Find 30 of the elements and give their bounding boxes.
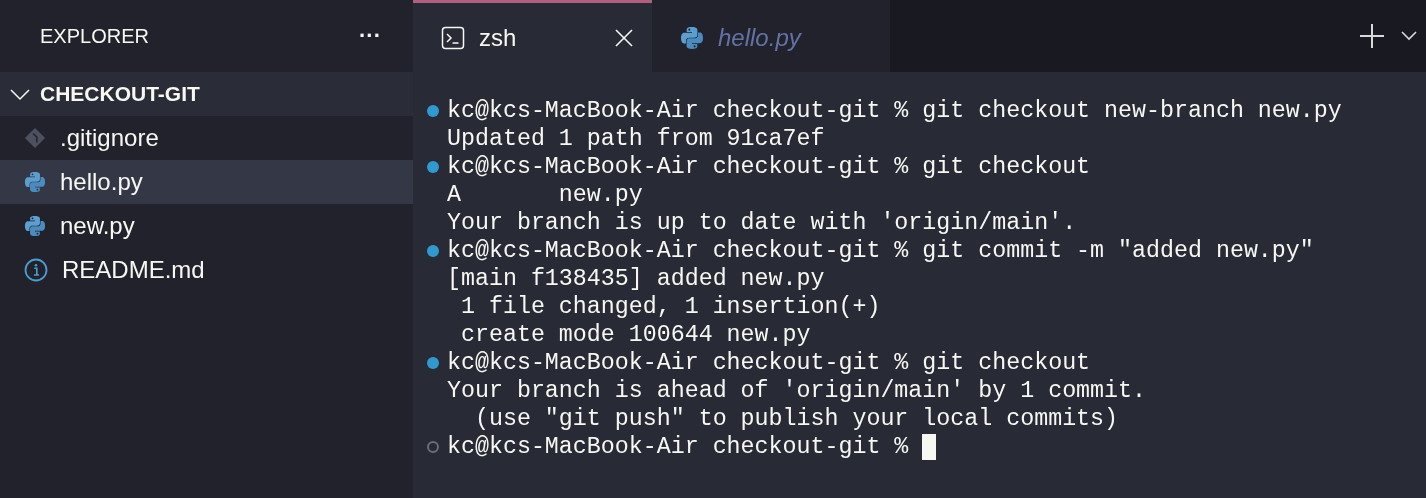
file-item[interactable]: .gitignore — [0, 116, 413, 160]
file-item[interactable]: new.py — [0, 204, 413, 248]
git-icon — [24, 127, 46, 149]
close-icon[interactable] — [614, 27, 634, 48]
output-line: Your branch is ahead of 'origin/main' by 1 commit. — [447, 377, 1147, 405]
output-line: Updated 1 path from 91ca7ef — [447, 125, 825, 153]
file-item[interactable]: hello.py — [0, 160, 413, 204]
prompt-line: kc@kcs-MacBook-Air checkout-git % git checkout — [447, 349, 1091, 377]
output-line: create mode 100644 new.py — [459, 321, 811, 349]
folder-row[interactable]: CHECKOUT-GIT — [0, 72, 413, 116]
output-line: A new.py — [447, 181, 643, 209]
output-line: 1 file changed, 1 insertion(+) — [459, 293, 881, 321]
prompt-line: kc@kcs-MacBook-Air checkout-git % — [447, 433, 909, 461]
editor-tab[interactable]: zsh — [413, 0, 652, 72]
output-line: [main f138435] added new.py — [447, 265, 825, 293]
info-icon — [24, 258, 48, 282]
python-icon — [24, 171, 46, 193]
dropdown-button[interactable] — [1400, 30, 1418, 42]
prompt-line: kc@kcs-MacBook-Air checkout-git % git checkout new-branch new.py — [447, 97, 1342, 125]
terminal-icon — [441, 25, 465, 50]
more-button[interactable]: ··· — [355, 23, 385, 49]
new-terminal-button[interactable] — [1358, 22, 1386, 50]
file-item[interactable]: README.md — [0, 248, 413, 292]
python-icon — [680, 25, 704, 50]
prompt-line: kc@kcs-MacBook-Air checkout-git % git commit -m "added new.py" — [447, 237, 1314, 265]
output-line: Your branch is up to date with 'origin/main'. — [447, 209, 1077, 237]
output-line: (use "git push" to publish your local commits) — [473, 405, 1119, 433]
python-icon — [24, 215, 46, 237]
prompt-line: kc@kcs-MacBook-Air checkout-git % git checkout — [447, 153, 1091, 181]
sidebar-title: EXPLORER — [40, 24, 149, 48]
